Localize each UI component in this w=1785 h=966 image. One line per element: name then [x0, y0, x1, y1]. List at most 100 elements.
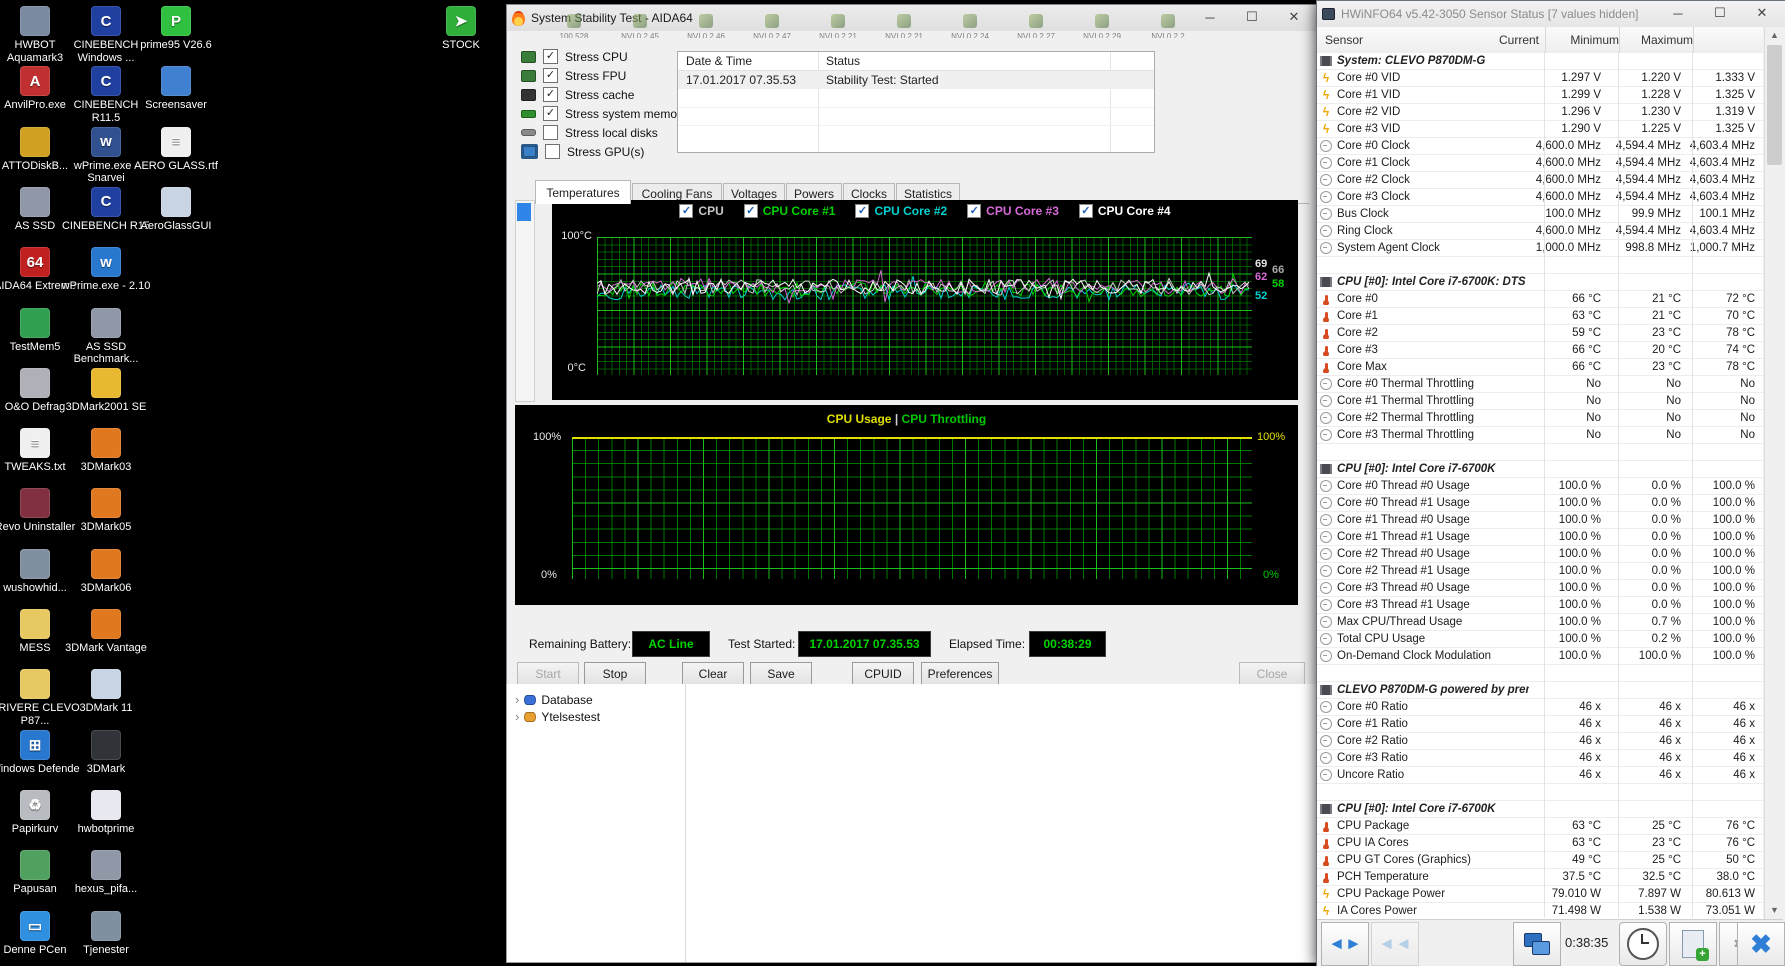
sensor-row-on-demand-clock-modulation[interactable]: On-Demand Clock Modulation100.0 %100.0 %…: [1317, 648, 1763, 665]
legend-checkbox[interactable]: ✓: [855, 204, 869, 218]
nav-arrows-disabled-button[interactable]: ◄◄: [1371, 922, 1419, 966]
nav-arrows-button[interactable]: ◄►: [1321, 922, 1369, 966]
stress-option-stress-fpu[interactable]: ✓Stress FPU: [521, 68, 626, 83]
sensor-row-ia-cores-power[interactable]: ϟIA Cores Power71.498 W1.538 W73.051 W: [1317, 903, 1763, 919]
stress-option-stress-system-memory[interactable]: ✓Stress system memory: [521, 106, 687, 121]
sensor-section-cpu-0-intel-core-i7-6700k-dts[interactable]: CPU [#0]: Intel Core i7-6700K: DTS: [1317, 274, 1763, 291]
sensor-row-core-3-vid[interactable]: ϟCore #3 VID1.290 V1.225 V1.325 V: [1317, 121, 1763, 138]
legend-cpu[interactable]: ✓CPU: [679, 204, 723, 218]
col-header-minimum[interactable]: Minimum: [1545, 33, 1619, 47]
hwinfo-close-icon[interactable]: ✕: [1741, 1, 1783, 25]
clear-button[interactable]: Clear: [682, 662, 744, 685]
desktop-icon[interactable]: 3DMark 11: [60, 669, 152, 715]
stress-option-stress-gpu-s-[interactable]: Stress GPU(s): [521, 144, 644, 159]
desktop-icon[interactable]: Pprime95 V26.6: [130, 6, 222, 52]
col-header-sensor[interactable]: Sensor: [1325, 33, 1363, 47]
sensor-row-core-2-thread-0-usage[interactable]: Core #2 Thread #0 Usage100.0 %0.0 %100.0…: [1317, 546, 1763, 563]
checkbox[interactable]: ✓: [543, 87, 558, 102]
sensor-row-core-0-thread-1-usage[interactable]: Core #0 Thread #1 Usage100.0 %0.0 %100.0…: [1317, 495, 1763, 512]
scrollbar-thumb[interactable]: [1767, 45, 1782, 165]
desktop-icon[interactable]: hwbotprime: [60, 790, 152, 836]
legend-checkbox[interactable]: ✓: [967, 204, 981, 218]
desktop-icon[interactable]: wwPrime.exe - 2.10: [60, 247, 152, 293]
desktop-icon[interactable]: AS SSD Benchmark...: [60, 308, 152, 366]
sensor-row-core-3-thermal-throttling[interactable]: Core #3 Thermal ThrottlingNoNoNo: [1317, 427, 1763, 444]
sensor-row-core-3-thread-1-usage[interactable]: Core #3 Thread #1 Usage100.0 %0.0 %100.0…: [1317, 597, 1763, 614]
sensor-row-core-0-thermal-throttling[interactable]: Core #0 Thermal ThrottlingNoNoNo: [1317, 376, 1763, 393]
exit-button[interactable]: ✖: [1737, 922, 1785, 966]
sensor-row-core-3[interactable]: Core #366 °C20 °C74 °C: [1317, 342, 1763, 359]
scrollbar-thumb[interactable]: [517, 203, 531, 221]
maximize-button[interactable]: ☐: [1231, 5, 1273, 29]
sensor-row-cpu-package[interactable]: CPU Package63 °C25 °C76 °C: [1317, 818, 1763, 835]
sensor-row-core-2-ratio[interactable]: Core #2 Ratio46 x46 x46 x: [1317, 733, 1763, 750]
sensor-row-core-2-thread-1-usage[interactable]: Core #2 Thread #1 Usage100.0 %0.0 %100.0…: [1317, 563, 1763, 580]
hwinfo-minimize-button[interactable]: ─: [1657, 1, 1699, 25]
sensor-row-core-1-ratio[interactable]: Core #1 Ratio46 x46 x46 x: [1317, 716, 1763, 733]
sensor-row-max-cpu-thread-usage[interactable]: Max CPU/Thread Usage100.0 %0.7 %100.0 %: [1317, 614, 1763, 631]
desktop-icon[interactable]: Tjenester: [60, 911, 152, 957]
desktop-icon[interactable]: hexus_pifa...: [60, 850, 152, 896]
stress-option-stress-local-disks[interactable]: Stress local disks: [521, 125, 658, 140]
chevron-right-icon[interactable]: ›: [515, 692, 519, 707]
aida64-titlebar[interactable]: System Stability Test - AIDA64 100.528NV…: [507, 5, 1317, 31]
col-header-maximum[interactable]: Maximum: [1623, 33, 1693, 47]
hwinfo-titlebar[interactable]: HWiNFO64 v5.42-3050 Sensor Status [7 val…: [1317, 1, 1785, 27]
desktop-icon[interactable]: AeroGlassGUI: [130, 187, 222, 233]
sensor-row-core-1-vid[interactable]: ϟCore #1 VID1.299 V1.228 V1.325 V: [1317, 87, 1763, 104]
col-header-current[interactable]: Current: [1457, 33, 1539, 47]
stress-option-stress-cache[interactable]: ✓Stress cache: [521, 87, 634, 102]
legend-checkbox[interactable]: ✓: [744, 204, 758, 218]
report-button[interactable]: +: [1669, 922, 1717, 966]
checkbox[interactable]: ✓: [543, 106, 558, 121]
sensor-row-core-0-ratio[interactable]: Core #0 Ratio46 x46 x46 x: [1317, 699, 1763, 716]
minimize-button[interactable]: ─: [1189, 5, 1231, 29]
remote-monitoring-button[interactable]: [1513, 922, 1561, 966]
sensor-row-core-0-clock[interactable]: Core #0 Clock4,600.0 MHz4,594.4 MHz4,603…: [1317, 138, 1763, 155]
sensor-row-core-3-ratio[interactable]: Core #3 Ratio46 x46 x46 x: [1317, 750, 1763, 767]
sensor-row-core-1-thread-1-usage[interactable]: Core #1 Thread #1 Usage100.0 %0.0 %100.0…: [1317, 529, 1763, 546]
legend-cpu-core-2[interactable]: ✓CPU Core #2: [855, 204, 947, 218]
desktop-icon[interactable]: 3DMark03: [60, 428, 152, 474]
sensor-section-cpu-0-intel-core-i7-6700k[interactable]: CPU [#0]: Intel Core i7-6700K: [1317, 461, 1763, 478]
tree-item-ytelsestest[interactable]: ›Ytelsestest: [515, 709, 600, 724]
legend-cpu-core-1[interactable]: ✓CPU Core #1: [744, 204, 836, 218]
sensor-row-core-max[interactable]: Core Max66 °C23 °C78 °C: [1317, 359, 1763, 376]
sensor-row-core-0-thread-0-usage[interactable]: Core #0 Thread #0 Usage100.0 %0.0 %100.0…: [1317, 478, 1763, 495]
stress-option-stress-cpu[interactable]: ✓Stress CPU: [521, 49, 628, 64]
desktop-icon[interactable]: 3DMark2001 SE: [60, 368, 152, 414]
sensor-row-uncore-ratio[interactable]: Uncore Ratio46 x46 x46 x: [1317, 767, 1763, 784]
desktop-icon[interactable]: 3DMark Vantage: [60, 609, 152, 655]
checkbox[interactable]: ✓: [543, 49, 558, 64]
close-icon[interactable]: ✕: [1273, 5, 1315, 29]
sensor-row-core-1-thread-0-usage[interactable]: Core #1 Thread #0 Usage100.0 %0.0 %100.0…: [1317, 512, 1763, 529]
log-header-status[interactable]: Status: [826, 54, 860, 68]
desktop-icon[interactable]: 3DMark05: [60, 488, 152, 534]
sensor-row-ring-clock[interactable]: Ring Clock4,600.0 MHz4,594.4 MHz4,603.4 …: [1317, 223, 1763, 240]
hwinfo-maximize-button[interactable]: ☐: [1699, 1, 1741, 25]
sensor-row-core-2-thermal-throttling[interactable]: Core #2 Thermal ThrottlingNoNoNo: [1317, 410, 1763, 427]
sensor-row-cpu-gt-cores-graphics-[interactable]: CPU GT Cores (Graphics)49 °C25 °C50 °C: [1317, 852, 1763, 869]
desktop-icon[interactable]: 3DMark06: [60, 549, 152, 595]
scroll-down-arrow[interactable]: ▼: [1765, 902, 1784, 919]
sensor-row-cpu-package-power[interactable]: ϟCPU Package Power79.010 W7.897 W80.613 …: [1317, 886, 1763, 903]
desktop-icon[interactable]: Screensaver: [130, 66, 222, 112]
close-button[interactable]: Close: [1239, 662, 1305, 685]
checkbox[interactable]: [545, 144, 560, 159]
scroll-up-arrow[interactable]: ▲: [1765, 27, 1784, 44]
sensor-row-core-1-clock[interactable]: Core #1 Clock4,600.0 MHz4,594.4 MHz4,603…: [1317, 155, 1763, 172]
tab-temperatures[interactable]: Temperatures: [535, 180, 631, 204]
sensor-row-core-2[interactable]: Core #259 °C23 °C78 °C: [1317, 325, 1763, 342]
start-button[interactable]: Start: [517, 662, 579, 685]
chevron-right-icon[interactable]: ›: [515, 709, 519, 724]
sensor-row-system-agent-clock[interactable]: System Agent Clock1,000.0 MHz998.8 MHz1,…: [1317, 240, 1763, 257]
desktop-icon[interactable]: 3DMark: [60, 730, 152, 776]
log-header-date[interactable]: Date & Time: [686, 54, 752, 68]
sensor-section-system-clevo-p870dm-g[interactable]: System: CLEVO P870DM-G: [1317, 53, 1763, 70]
temp-chart-scrollbar[interactable]: [515, 200, 535, 402]
desktop-icon[interactable]: ➤STOCK: [415, 6, 507, 52]
sensor-row-core-2-vid[interactable]: ϟCore #2 VID1.296 V1.230 V1.319 V: [1317, 104, 1763, 121]
sensor-row-total-cpu-usage[interactable]: Total CPU Usage100.0 %0.2 %100.0 %: [1317, 631, 1763, 648]
sensor-row-core-1-thermal-throttling[interactable]: Core #1 Thermal ThrottlingNoNoNo: [1317, 393, 1763, 410]
sensor-row-core-2-clock[interactable]: Core #2 Clock4,600.0 MHz4,594.4 MHz4,603…: [1317, 172, 1763, 189]
